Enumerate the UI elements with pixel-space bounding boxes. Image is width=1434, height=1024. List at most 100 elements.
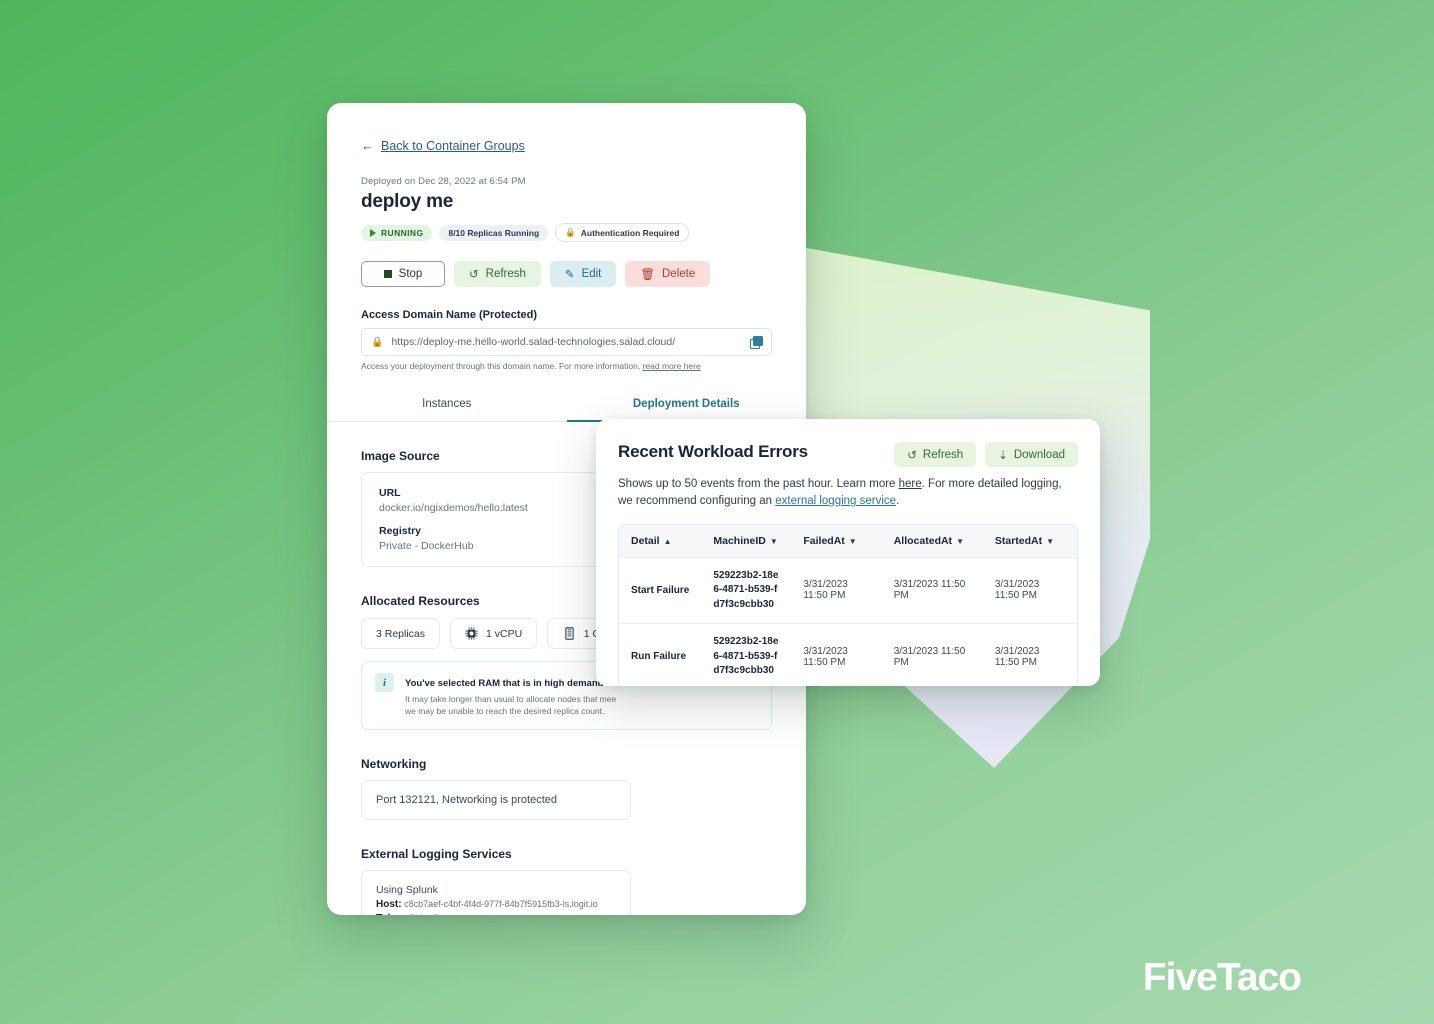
cell-machineid-value: 529223b2-18e6-4871-b539-fd7f3c9cbb30 — [713, 569, 779, 610]
overlay-title: Recent Workload Errors — [618, 442, 808, 461]
workload-errors-table: Detail ▲ MachineID ▼ FailedAt ▼ AllocatedAt… — [618, 523, 1078, 686]
column-header-startedat[interactable]: StartedAt ▼ — [982, 524, 1077, 557]
lock-icon: 🔒 — [565, 227, 576, 237]
sort-desc-icon: ▼ — [956, 536, 964, 546]
delete-button-label: Delete — [662, 268, 696, 280]
refresh-button-label: Refresh — [485, 268, 526, 280]
edit-button-label: Edit — [581, 268, 602, 280]
edit-button[interactable]: ✎ Edit — [549, 261, 617, 287]
refresh-icon: ↺ — [469, 269, 479, 281]
tab-deployment-details[interactable]: Deployment Details — [566, 389, 806, 422]
access-domain-value: https://deploy-me.hello-world.salad-tech… — [391, 336, 676, 348]
back-to-container-groups-link[interactable]: ← Back to Container Groups — [361, 139, 525, 153]
cell-machineid-value: 529223b2-18e6-4871-b539-fd7f3c9cbb30 — [713, 636, 779, 676]
play-icon — [370, 228, 376, 237]
overlay-download-button[interactable]: ⇣ Download — [985, 442, 1078, 467]
cpu-icon — [465, 627, 478, 640]
refresh-icon: ↺ — [907, 449, 917, 462]
brand-logo: FiveTaco — [1142, 956, 1302, 999]
external-logging-panel: Using Splunk Host: c8cb7aef-c4bf-4f4d-97… — [361, 869, 631, 915]
access-domain-hint: Access your deployment through this doma… — [361, 361, 772, 371]
overlay-refresh-button[interactable]: ↺ Refresh — [894, 442, 977, 467]
learn-more-here-link[interactable]: here — [899, 478, 922, 490]
overlay-refresh-label: Refresh — [922, 448, 964, 461]
overlay-desc-part-c: . — [896, 495, 900, 508]
logging-token-value: [token] — [411, 913, 438, 915]
ram-icon — [565, 627, 574, 640]
overlay-description: Shows up to 50 events from the past hour… — [618, 476, 1078, 511]
logging-token-row: Token: [token] — [376, 913, 616, 915]
table-header-row: Detail ▲ MachineID ▼ FailedAt ▼ AllocatedAt… — [619, 524, 1077, 557]
column-header-detail[interactable]: Detail ▲ — [619, 524, 702, 557]
download-icon: ⇣ — [998, 449, 1008, 462]
access-domain-hint-text: Access your deployment through this doma… — [361, 361, 641, 371]
status-badge-label: RUNNING — [381, 227, 424, 238]
sort-desc-icon: ▼ — [848, 536, 857, 546]
action-button-row: Stop ↺ Refresh ✎ Edit 🗑 Delete — [361, 261, 772, 287]
lock-icon: 🔒 — [371, 336, 384, 348]
chip-cpu: 1 vCPU — [450, 618, 538, 649]
external-logging-service-link[interactable]: external logging service — [775, 495, 896, 507]
column-header-allocatedat[interactable]: AllocatedAt ▼ — [881, 524, 983, 557]
authentication-badge-label: Authentication Required — [580, 227, 680, 238]
stop-button-label: Stop — [398, 268, 423, 280]
cell-machineid: 529223b2-18e6-4871-b539-fd7f3c9cbb30 — [701, 623, 792, 686]
overlay-download-label: Download — [1013, 448, 1065, 461]
overlay-header: Recent Workload Errors ↺ Refresh ⇣ Downl… — [618, 442, 1078, 467]
read-more-here-link[interactable]: read more here — [643, 361, 701, 371]
status-badge-running: RUNNING — [361, 224, 433, 241]
table-row[interactable]: Start Failure 529223b2-18e6-4871-b539-fd… — [619, 556, 1077, 624]
status-badge-group: RUNNING 8/10 Replicas Running 🔒 Authenti… — [361, 223, 772, 242]
column-label-allocatedat: AllocatedAt — [893, 534, 953, 547]
column-label-machineid: MachineID — [713, 534, 766, 547]
info-box-title: You've selected RAM that is in high dema… — [405, 678, 604, 689]
info-box-line1: It may take longer than usual to allocat… — [405, 694, 617, 704]
deployed-timestamp: Deployed on Dec 28, 2022 at 6:54 PM — [361, 176, 526, 187]
column-header-machineid[interactable]: MachineID ▼ — [701, 524, 792, 557]
sort-desc-icon: ▼ — [1046, 536, 1055, 546]
logging-provider: Using Splunk — [376, 883, 438, 896]
stop-button[interactable]: Stop — [361, 261, 445, 287]
cell-failedat: 3/31/2023 11:50 PM — [791, 556, 882, 624]
logging-host-label: Host: — [376, 898, 402, 910]
logging-host-value: c8cb7aef-c4bf-4f4d-977f-84b7f5915fb3-ls.… — [404, 898, 598, 909]
cell-allocatedat: 3/31/2023 11:50 PM — [881, 623, 983, 686]
overlay-desc-part-a: Shows up to 50 events from the past hour… — [618, 478, 899, 490]
logging-token-label: Token: — [376, 913, 408, 915]
column-label-failedat: FailedAt — [803, 534, 845, 547]
cell-machineid: 529223b2-18e6-4871-b539-fd7f3c9cbb30 — [701, 556, 792, 624]
refresh-button[interactable]: ↺ Refresh — [454, 261, 541, 287]
recent-workload-errors-panel: Recent Workload Errors ↺ Refresh ⇣ Downl… — [596, 419, 1100, 686]
access-domain-label: Access Domain Name (Protected) — [361, 309, 538, 321]
cell-detail: Run Failure — [619, 623, 702, 686]
column-label-detail: Detail — [631, 534, 660, 547]
cell-failedat: 3/31/2023 11:50 PM — [791, 623, 882, 686]
pencil-icon: ✎ — [564, 269, 575, 281]
overlay-button-group: ↺ Refresh ⇣ Download — [894, 442, 1078, 467]
sort-asc-icon: ▲ — [663, 536, 672, 546]
replicas-badge: 8/10 Replicas Running — [439, 224, 549, 241]
access-domain-field[interactable]: 🔒 https://deploy-me.hello-world.salad-te… — [361, 328, 772, 356]
detail-tabs: Instances Deployment Details — [327, 389, 806, 422]
back-link-label: Back to Container Groups — [381, 138, 525, 153]
authentication-badge: 🔒 Authentication Required — [555, 223, 690, 242]
page-title: deploy me — [361, 191, 454, 212]
info-box-line2: we may be unable to reach the desired re… — [405, 706, 605, 717]
chip-cpu-label: 1 vCPU — [486, 627, 523, 640]
column-label-startedat: StartedAt — [994, 534, 1043, 547]
chip-replicas: 3 Replicas — [361, 618, 441, 649]
logging-host-row: Host: c8cb7aef-c4bf-4f4d-977f-84b7f5915f… — [376, 899, 616, 910]
cell-allocatedat: 3/31/2023 11:50 PM — [881, 556, 983, 624]
column-header-failedat[interactable]: FailedAt ▼ — [791, 524, 882, 557]
table-row[interactable]: Run Failure 529223b2-18e6-4871-b539-fd7f… — [619, 623, 1077, 686]
arrow-left-icon: ← — [361, 138, 374, 153]
external-logging-heading: External Logging Services — [361, 846, 512, 861]
trash-icon: 🗑 — [640, 269, 655, 281]
delete-button[interactable]: 🗑 Delete — [625, 261, 711, 287]
tab-instances[interactable]: Instances — [327, 389, 567, 421]
copy-icon[interactable] — [750, 336, 763, 349]
stop-square-icon — [383, 270, 392, 278]
networking-panel: Port 132121, Networking is protected — [361, 779, 631, 820]
networking-heading: Networking — [361, 756, 427, 771]
info-icon: i — [375, 673, 394, 692]
